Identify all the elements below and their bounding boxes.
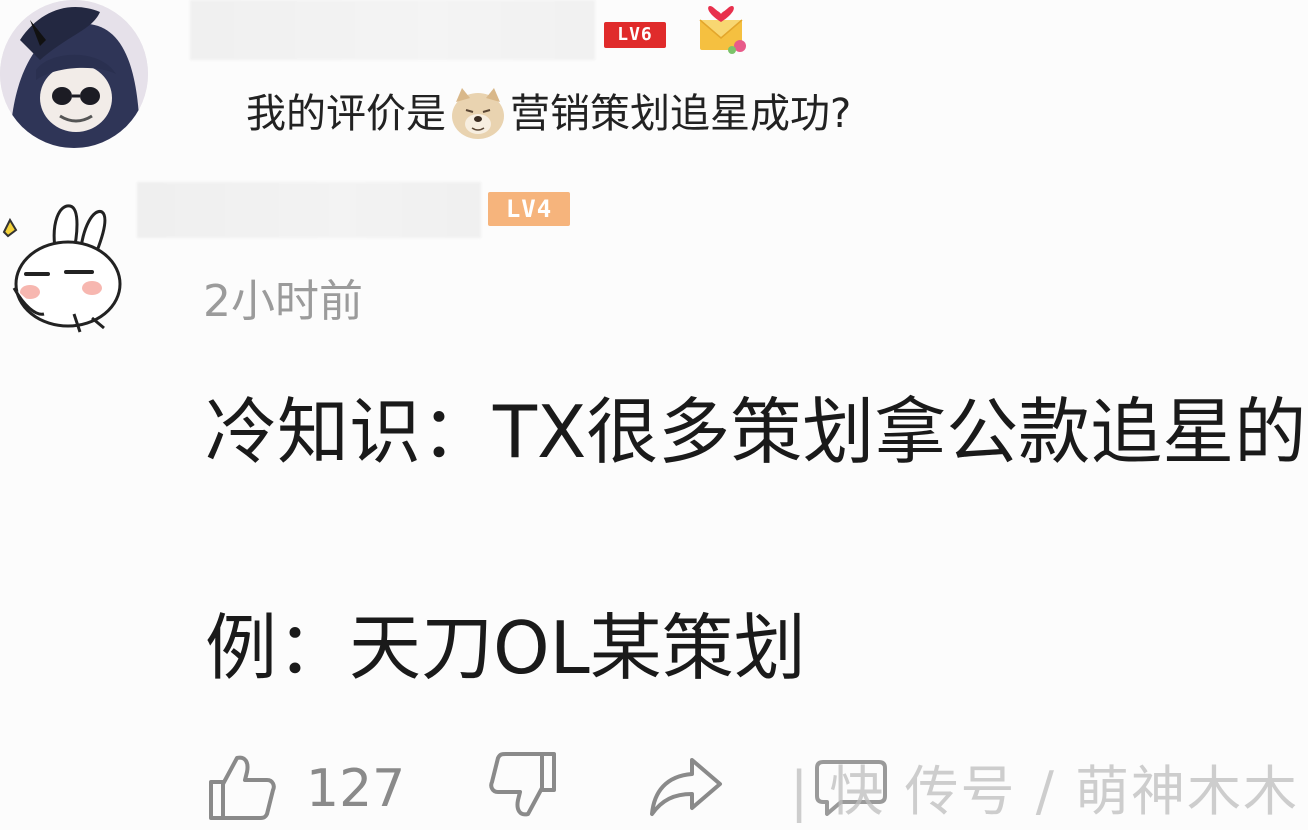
comment-text-part: 营销策划追星成功? <box>510 91 852 137</box>
avatar[interactable] <box>0 0 148 148</box>
comment-text-part: 我的评价是 <box>246 91 446 137</box>
comment-timestamp: 2小时前 <box>203 276 363 327</box>
username-redacted[interactable] <box>190 0 595 60</box>
rabbit-avatar-image <box>2 204 122 333</box>
thumbs-up-icon[interactable] <box>205 752 277 822</box>
level-badge: LV6 <box>604 22 666 48</box>
comment-text-line: 冷知识：TX很多策划拿公款追星的 <box>205 390 1307 474</box>
gift-envelope-icon <box>694 4 752 56</box>
avatar[interactable] <box>0 196 126 336</box>
thumbs-down-icon[interactable] <box>488 750 560 820</box>
level-badge: LV4 <box>488 192 570 226</box>
comment-text-line: 例：天刀OL某策划 <box>205 606 806 690</box>
like-count: 127 <box>306 759 406 819</box>
username-redacted[interactable] <box>137 182 481 238</box>
avatar-image <box>0 0 148 148</box>
comment-thread: LV6 我的评价是 营销策划追星成功? LV4 2小时前 冷知识：TX很多策划拿… <box>0 0 1308 830</box>
comment-text: 我的评价是 营销策划追星成功? <box>246 86 851 142</box>
watermark: | 快 传号 / 萌神木木 <box>790 760 1300 823</box>
doge-icon <box>450 88 506 140</box>
share-icon[interactable] <box>648 754 724 818</box>
